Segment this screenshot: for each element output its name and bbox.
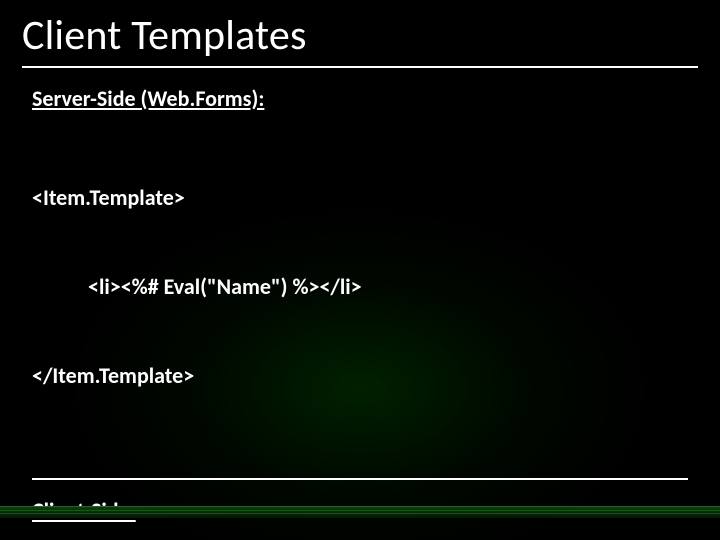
server-side-heading: Server-Side (Web.Forms): — [32, 84, 688, 114]
code-line: <Item.Template> — [32, 183, 688, 213]
section-divider — [32, 478, 688, 480]
code-line: <li><%# Eval("Name") %></li> — [32, 272, 688, 302]
slide-title: Client Templates — [22, 10, 307, 61]
title-underline — [22, 66, 698, 68]
footer-accent-bar — [0, 506, 720, 518]
client-side-code: <ul class="sys-template"> <li>{binding N… — [32, 536, 688, 540]
slide: Client Templates Server-Side (Web.Forms)… — [0, 0, 720, 540]
code-line: </Item.Template> — [32, 361, 688, 391]
slide-content: Server-Side (Web.Forms): <Item.Template>… — [32, 84, 688, 540]
server-side-code: <Item.Template> <li><%# Eval("Name") %><… — [32, 124, 688, 451]
